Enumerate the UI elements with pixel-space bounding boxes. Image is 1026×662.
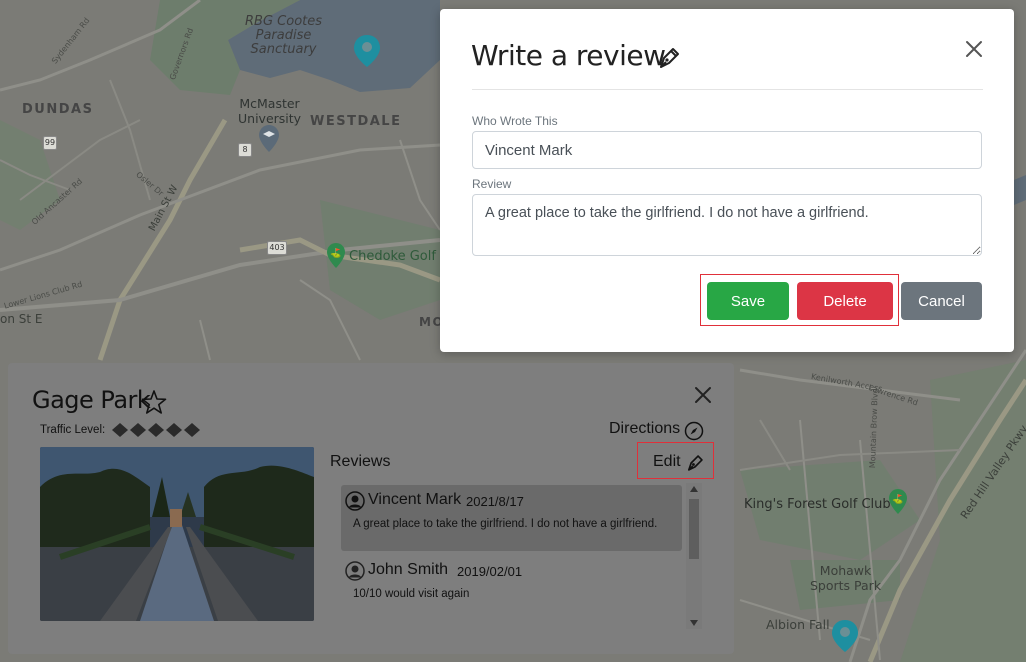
university-pin-icon[interactable] xyxy=(258,124,280,154)
golf-pin-icon[interactable]: ⛳ xyxy=(326,242,346,270)
pen-icon[interactable] xyxy=(685,453,705,473)
reviews-heading: Reviews xyxy=(330,453,391,470)
traffic-diamond-3 xyxy=(148,423,164,437)
map-pin-icon-2[interactable] xyxy=(830,618,860,654)
traffic-level-label: Traffic Level: xyxy=(40,424,106,436)
review-date: 2019/02/01 xyxy=(457,564,523,579)
map-pin-icon[interactable] xyxy=(352,33,382,69)
review-author: John Smith xyxy=(368,561,449,578)
place-title: Gage Park xyxy=(32,386,151,414)
scroll-up-icon[interactable] xyxy=(690,486,698,492)
who-wrote-label: Who Wrote This xyxy=(472,114,558,128)
modal-divider xyxy=(472,89,983,90)
review-item[interactable]: Vincent Mark 2021/8/17 A great place to … xyxy=(341,485,682,551)
user-avatar-icon xyxy=(345,561,365,581)
reviews-list[interactable]: Vincent Mark 2021/8/17 A great place to … xyxy=(341,483,703,629)
traffic-diamond-5 xyxy=(184,423,200,437)
review-label: Review xyxy=(472,177,512,191)
review-modal: Write a review Who Wrote This Review A g… xyxy=(440,9,1014,352)
edit-review-button[interactable]: Edit xyxy=(653,453,681,471)
modal-title: Write a review xyxy=(471,39,666,72)
park-photo-image xyxy=(40,447,314,621)
close-icon xyxy=(966,41,982,57)
close-icon xyxy=(695,387,711,403)
save-button[interactable]: Save xyxy=(707,282,789,320)
golf-pin-icon-2[interactable]: ⛳ xyxy=(888,488,908,516)
close-panel-button[interactable] xyxy=(692,384,714,409)
reviews-scrollbar[interactable] xyxy=(686,483,702,629)
traffic-diamond-2 xyxy=(130,423,146,437)
place-details-panel: Gage Park Traffic Level: Directions Revi… xyxy=(8,363,734,654)
traffic-diamond-1 xyxy=(112,423,128,437)
highway-shield-99: 99 xyxy=(43,136,57,150)
directions-link[interactable]: Directions xyxy=(609,420,680,438)
pen-icon xyxy=(660,48,679,68)
review-text: 10/10 would visit again xyxy=(353,588,470,600)
star-outline-icon[interactable] xyxy=(141,389,167,415)
review-textarea[interactable]: A great place to take the girlfriend. I … xyxy=(472,194,982,256)
review-date: 2021/8/17 xyxy=(466,494,524,509)
compass-icon[interactable] xyxy=(684,421,704,441)
scroll-down-icon[interactable] xyxy=(690,620,698,626)
delete-button[interactable]: Delete xyxy=(797,282,893,320)
highway-shield-403: 403 xyxy=(267,241,287,255)
cancel-button[interactable]: Cancel xyxy=(901,282,982,320)
review-author: Vincent Mark xyxy=(368,491,462,508)
svg-text:⛳: ⛳ xyxy=(892,493,903,505)
author-input[interactable] xyxy=(472,131,982,169)
scrollbar-thumb[interactable] xyxy=(689,499,699,559)
highway-shield-8: 8 xyxy=(238,143,252,157)
close-modal-button[interactable] xyxy=(962,37,986,61)
svg-text:⛳: ⛳ xyxy=(330,247,341,259)
review-text: A great place to take the girlfriend. I … xyxy=(353,518,658,530)
traffic-level-indicator xyxy=(112,423,200,437)
review-item[interactable]: John Smith 2019/02/01 10/10 would visit … xyxy=(341,555,682,621)
user-avatar-icon xyxy=(345,491,365,511)
traffic-diamond-4 xyxy=(166,423,182,437)
place-photo xyxy=(40,447,314,621)
